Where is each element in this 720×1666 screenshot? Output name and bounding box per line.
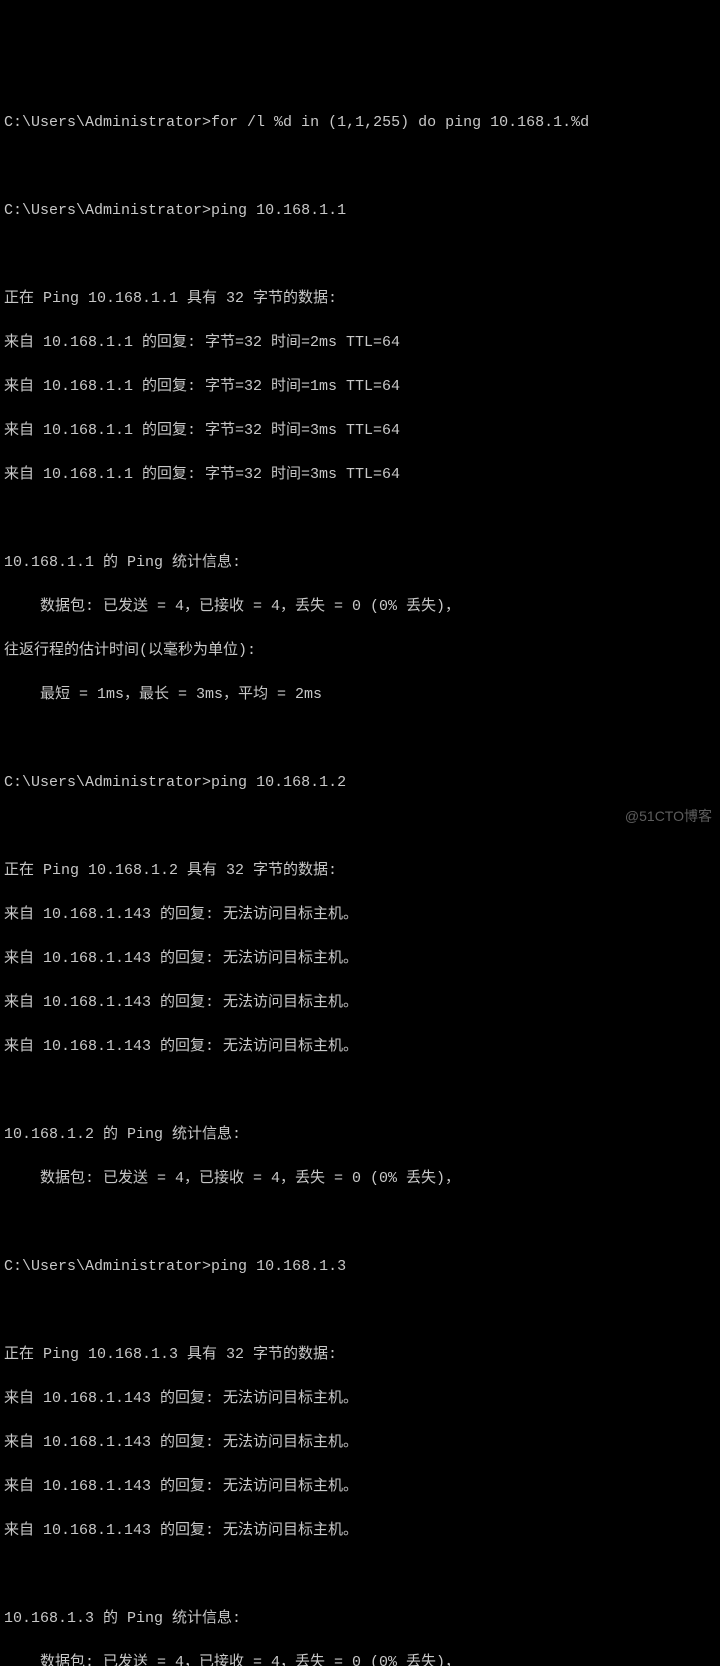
blank-line	[4, 816, 716, 838]
blank-line	[4, 156, 716, 178]
ping-reply: 来自 10.168.1.143 的回复: 无法访问目标主机。	[4, 1388, 716, 1410]
ping-stats-title: 10.168.1.2 的 Ping 统计信息:	[4, 1124, 716, 1146]
ping-stats-packets: 数据包: 已发送 = 4，已接收 = 4，丢失 = 0 (0% 丢失)，	[4, 1652, 716, 1666]
ping-header: 正在 Ping 10.168.1.1 具有 32 字节的数据:	[4, 288, 716, 310]
ping-rtt-title: 往返行程的估计时间(以毫秒为单位):	[4, 640, 716, 662]
ping-stats-title: 10.168.1.1 的 Ping 统计信息:	[4, 552, 716, 574]
ping-header: 正在 Ping 10.168.1.3 具有 32 字节的数据:	[4, 1344, 716, 1366]
ping-reply: 来自 10.168.1.1 的回复: 字节=32 时间=3ms TTL=64	[4, 464, 716, 486]
ping-stats-title: 10.168.1.3 的 Ping 统计信息:	[4, 1608, 716, 1630]
ping-reply: 来自 10.168.1.1 的回复: 字节=32 时间=1ms TTL=64	[4, 376, 716, 398]
watermark: @51CTO博客	[625, 805, 712, 827]
prompt: C:\Users\Administrator>	[4, 774, 211, 791]
prompt: C:\Users\Administrator>	[4, 202, 211, 219]
terminal-output[interactable]: C:\Users\Administrator>for /l %d in (1,1…	[4, 90, 716, 1666]
cmd-ping: ping 10.168.1.3	[211, 1258, 346, 1275]
blank-line	[4, 1564, 716, 1586]
ping-reply: 来自 10.168.1.143 的回复: 无法访问目标主机。	[4, 992, 716, 1014]
blank-line	[4, 244, 716, 266]
ping-stats-packets: 数据包: 已发送 = 4，已接收 = 4，丢失 = 0 (0% 丢失)，	[4, 1168, 716, 1190]
blank-line	[4, 508, 716, 530]
ping-reply: 来自 10.168.1.1 的回复: 字节=32 时间=3ms TTL=64	[4, 420, 716, 442]
ping-rtt: 最短 = 1ms，最长 = 3ms，平均 = 2ms	[4, 684, 716, 706]
blank-line	[4, 728, 716, 750]
prompt-line: C:\Users\Administrator>ping 10.168.1.2	[4, 772, 716, 794]
blank-line	[4, 1080, 716, 1102]
cmd-ping: ping 10.168.1.1	[211, 202, 346, 219]
ping-reply: 来自 10.168.1.143 的回复: 无法访问目标主机。	[4, 904, 716, 926]
ping-reply: 来自 10.168.1.143 的回复: 无法访问目标主机。	[4, 1432, 716, 1454]
ping-reply: 来自 10.168.1.143 的回复: 无法访问目标主机。	[4, 1036, 716, 1058]
ping-header: 正在 Ping 10.168.1.2 具有 32 字节的数据:	[4, 860, 716, 882]
prompt-line: C:\Users\Administrator>ping 10.168.1.1	[4, 200, 716, 222]
ping-stats-packets: 数据包: 已发送 = 4，已接收 = 4，丢失 = 0 (0% 丢失)，	[4, 596, 716, 618]
prompt-line: C:\Users\Administrator>ping 10.168.1.3	[4, 1256, 716, 1278]
ping-reply: 来自 10.168.1.143 的回复: 无法访问目标主机。	[4, 1476, 716, 1498]
prompt: C:\Users\Administrator>	[4, 114, 211, 131]
cmd-for: for /l %d in (1,1,255) do ping 10.168.1.…	[211, 114, 589, 131]
ping-reply: 来自 10.168.1.143 的回复: 无法访问目标主机。	[4, 1520, 716, 1542]
ping-reply: 来自 10.168.1.1 的回复: 字节=32 时间=2ms TTL=64	[4, 332, 716, 354]
blank-line	[4, 1300, 716, 1322]
prompt: C:\Users\Administrator>	[4, 1258, 211, 1275]
ping-reply: 来自 10.168.1.143 的回复: 无法访问目标主机。	[4, 948, 716, 970]
blank-line	[4, 1212, 716, 1234]
cmd-ping: ping 10.168.1.2	[211, 774, 346, 791]
prompt-line: C:\Users\Administrator>for /l %d in (1,1…	[4, 112, 716, 134]
